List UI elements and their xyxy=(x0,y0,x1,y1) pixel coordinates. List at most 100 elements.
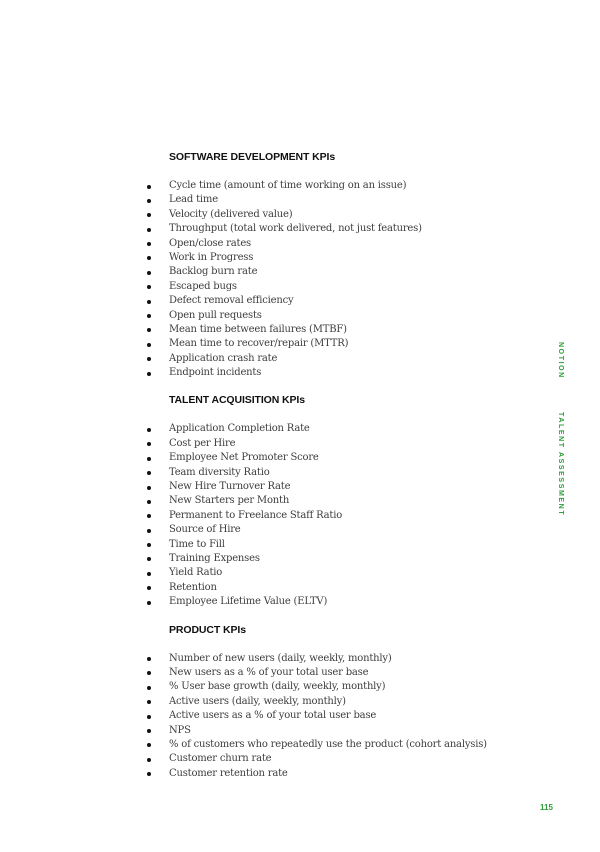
kpi-content: SOFTWARE DEVELOPMENT KPIs Cycle time (am… xyxy=(146,150,526,781)
bullet-icon xyxy=(147,600,151,605)
list-item: Defect removal efficiency xyxy=(146,294,526,308)
bullet-icon xyxy=(147,485,151,490)
bullet-icon xyxy=(147,729,151,733)
bullet-icon xyxy=(147,514,151,519)
list-item: Velocity (delivered value) xyxy=(146,208,526,222)
bullet-icon xyxy=(147,342,151,347)
list-item-text: Lead time xyxy=(169,194,218,206)
list-item-text: Customer churn rate xyxy=(169,753,272,765)
list-item: Cost per Hire xyxy=(146,437,526,451)
bullet-icon xyxy=(147,671,151,676)
bullet-icon xyxy=(147,357,151,362)
list-item-text: Training Expenses xyxy=(169,552,260,564)
list-item-text: Team diversity Ratio xyxy=(169,466,270,478)
section-title: PRODUCT KPIs xyxy=(169,623,246,636)
side-label-brand: NOTION xyxy=(557,342,564,379)
list-item: Number of new users (daily, weekly, mont… xyxy=(146,652,526,666)
list-item-text: Time to Fill xyxy=(169,538,225,550)
list-item-text: New Hire Turnover Rate xyxy=(169,481,291,493)
section-title: SOFTWARE DEVELOPMENT KPIs xyxy=(169,151,336,163)
list-item-text: NPS xyxy=(169,724,191,736)
list-item-text: Application Completion Rate xyxy=(169,423,310,435)
list-item-text: Mean time between failures (MTBF) xyxy=(169,323,347,335)
list-item-text: Application crash rate xyxy=(169,352,278,364)
bullet-icon xyxy=(147,328,151,333)
list-item: Source of Hire xyxy=(146,523,526,537)
bullet-icon xyxy=(147,227,151,232)
bullet-icon xyxy=(147,299,151,304)
list-item-text: Escaped bugs xyxy=(169,280,237,292)
bullet-icon xyxy=(147,586,151,591)
bullet-icon xyxy=(147,557,151,562)
bullet-icon xyxy=(147,427,151,432)
bullet-icon xyxy=(147,571,151,576)
list-item: % of customers who repeatedly use the pr… xyxy=(146,738,526,752)
list-item: Retention xyxy=(146,581,526,595)
list-item: Employee Net Promoter Score xyxy=(146,451,526,465)
list-item-text: Throughput (total work delivered, not ju… xyxy=(169,223,422,235)
list-item: New users as a % of your total user base xyxy=(146,666,526,680)
list-item-text: Mean time to recover/repair (MTTR) xyxy=(169,338,349,350)
list-item: Mean time to recover/repair (MTTR) xyxy=(146,337,526,351)
list-item: Active users (daily, weekly, monthly) xyxy=(146,695,526,709)
bullet-icon xyxy=(147,543,151,548)
list-item-text: Source of Hire xyxy=(169,524,241,536)
bullet-icon xyxy=(147,714,151,719)
bullet-icon xyxy=(147,242,151,247)
list-item-text: Endpoint incidents xyxy=(169,367,262,379)
bullet-icon xyxy=(147,499,151,504)
bullet-icon xyxy=(147,471,151,476)
bullet-icon xyxy=(147,442,151,447)
list-item: Open pull requests xyxy=(146,309,526,323)
bullet-icon xyxy=(147,371,151,376)
bullet-icon xyxy=(147,528,151,533)
list-item: Work in Progress xyxy=(146,251,526,265)
bullet-icon xyxy=(147,213,151,218)
list-item-text: New users as a % of your total user base xyxy=(169,666,369,678)
list-item-text: New Starters per Month xyxy=(169,495,290,507)
section-title: TALENT ACQUISITION KPIs xyxy=(169,394,305,407)
list-item-text: Employee Lifetime Value (ELTV) xyxy=(169,596,328,608)
kpi-list: Cycle time (amount of time working on an… xyxy=(146,179,526,380)
list-item-text: Active users as a % of your total user b… xyxy=(169,710,377,722)
bullet-icon xyxy=(147,198,151,203)
bullet-icon xyxy=(147,757,151,762)
list-item: Open/close rates xyxy=(146,237,526,251)
bullet-icon xyxy=(147,285,151,290)
list-item-text: Backlog burn rate xyxy=(169,266,258,278)
bullet-icon xyxy=(147,314,151,319)
list-item: Customer churn rate xyxy=(146,752,526,766)
section-product: PRODUCT KPIs Number of new users (daily,… xyxy=(146,623,526,782)
bullet-icon xyxy=(147,184,151,189)
list-item-text: Retention xyxy=(169,581,217,593)
bullet-icon xyxy=(147,456,151,461)
list-item-text: Cost per Hire xyxy=(169,437,236,449)
list-item: % User base growth (daily, weekly, month… xyxy=(146,680,526,694)
list-item: Cycle time (amount of time working on an… xyxy=(146,179,526,193)
side-label-chapter: TALENT ASSESSMENT xyxy=(557,412,564,517)
list-item: Active users as a % of your total user b… xyxy=(146,709,526,723)
list-item: Application Completion Rate xyxy=(146,422,526,436)
list-item: Escaped bugs xyxy=(146,280,526,294)
list-item: New Starters per Month xyxy=(146,494,526,508)
list-item-text: Velocity (delivered value) xyxy=(169,208,293,220)
list-item-text: Active users (daily, weekly, monthly) xyxy=(169,695,346,707)
kpi-list: Application Completion Rate Cost per Hire… xyxy=(146,422,526,609)
bullet-icon xyxy=(147,657,151,662)
list-item: Application crash rate xyxy=(146,352,526,366)
list-item: Yield Ratio xyxy=(146,566,526,580)
bullet-icon xyxy=(147,685,151,690)
bullet-icon xyxy=(147,270,151,275)
list-item-text: Work in Progress xyxy=(169,251,254,263)
list-item: New Hire Turnover Rate xyxy=(146,480,526,494)
list-item-text: Number of new users (daily, weekly, mont… xyxy=(169,652,392,664)
list-item: Throughput (total work delivered, not ju… xyxy=(146,222,526,236)
section-talent-acquisition: TALENT ACQUISITION KPIs Application Comp… xyxy=(146,393,526,609)
list-item-text: Customer retention rate xyxy=(169,767,288,779)
bullet-icon xyxy=(147,256,151,261)
section-software-development: SOFTWARE DEVELOPMENT KPIs Cycle time (am… xyxy=(146,150,526,380)
bullet-icon xyxy=(147,743,151,748)
list-item: Time to Fill xyxy=(146,538,526,552)
list-item-text: Permanent to Freelance Staff Ratio xyxy=(169,509,343,521)
list-item: Team diversity Ratio xyxy=(146,466,526,480)
